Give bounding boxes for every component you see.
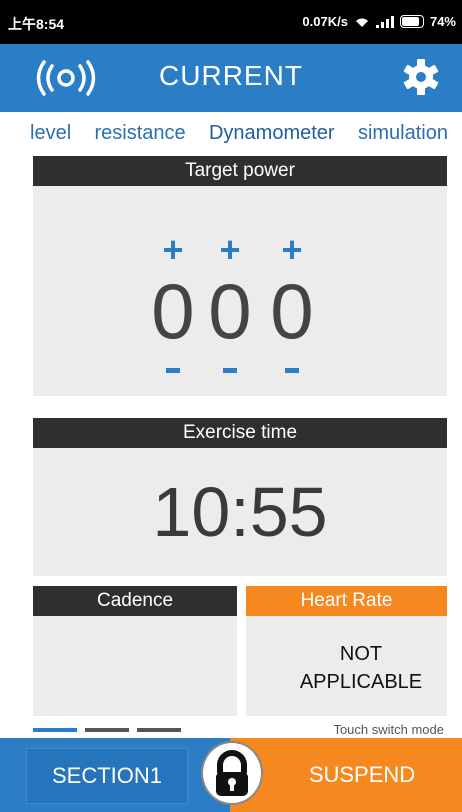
decrement-button[interactable] [285, 368, 299, 373]
status-time: 上午8:54 [8, 16, 65, 32]
network-speed: 0.07K/s [302, 14, 348, 29]
digit-value: 0 [151, 267, 195, 355]
power-digit-tens: + 0 [200, 232, 260, 373]
page-title: CURRENT [159, 60, 303, 91]
mode-tabs: level resistance Dynamometer simulation [0, 112, 462, 154]
bottom-left-area: SECTION1 [0, 738, 230, 812]
section-button[interactable]: SECTION1 [26, 748, 188, 804]
lock-icon [216, 750, 248, 796]
switch-mode-hint: Touch switch mode [333, 722, 444, 737]
signal-icon [375, 15, 394, 28]
heart-rate-line2: APPLICABLE [299, 671, 423, 693]
bottom-right-area: SUSPEND [230, 738, 462, 812]
page-dot[interactable] [137, 728, 181, 732]
tab-dynamometer[interactable]: Dynamometer [209, 112, 335, 154]
tab-level[interactable]: level [30, 112, 71, 154]
decrement-button[interactable] [166, 368, 180, 373]
digit-value: 0 [270, 267, 314, 355]
heart-rate-line1: NOT [339, 643, 383, 665]
power-digit-hundreds: + 0 [143, 232, 203, 373]
wifi-icon [355, 18, 368, 27]
status-indicators: 0.07K/s 74% [302, 14, 456, 29]
exercise-time-value: 10:55 [152, 473, 328, 551]
heart-rate-value: NOT APPLICABLE [246, 640, 462, 696]
status-bar: 上午8:54 0.07K/s 74% [0, 0, 462, 44]
increment-button[interactable]: + [200, 232, 260, 268]
battery-level: 74% [429, 14, 456, 29]
target-power-header: Target power [33, 156, 447, 186]
suspend-button[interactable]: SUSPEND [282, 748, 442, 802]
increment-button[interactable]: + [262, 232, 322, 268]
exercise-time-header: Exercise time [33, 418, 447, 448]
digit-value: 0 [208, 267, 252, 355]
decrement-button[interactable] [223, 368, 237, 373]
page-dot[interactable] [85, 728, 129, 732]
power-digit-ones: + 0 [262, 232, 322, 373]
cadence-header: Cadence [33, 586, 237, 616]
increment-button[interactable]: + [143, 232, 203, 268]
tab-resistance[interactable]: resistance [94, 112, 185, 154]
page-indicator [33, 728, 181, 732]
lock-button[interactable] [201, 741, 263, 805]
cadence-panel[interactable] [33, 616, 237, 716]
heart-rate-header: Heart Rate [246, 586, 447, 616]
page-dot-active[interactable] [33, 728, 77, 732]
tab-simulation[interactable]: simulation [358, 112, 448, 154]
app-bar: CURRENT [0, 44, 462, 112]
battery-icon [399, 15, 424, 28]
gear-icon[interactable] [402, 58, 440, 96]
